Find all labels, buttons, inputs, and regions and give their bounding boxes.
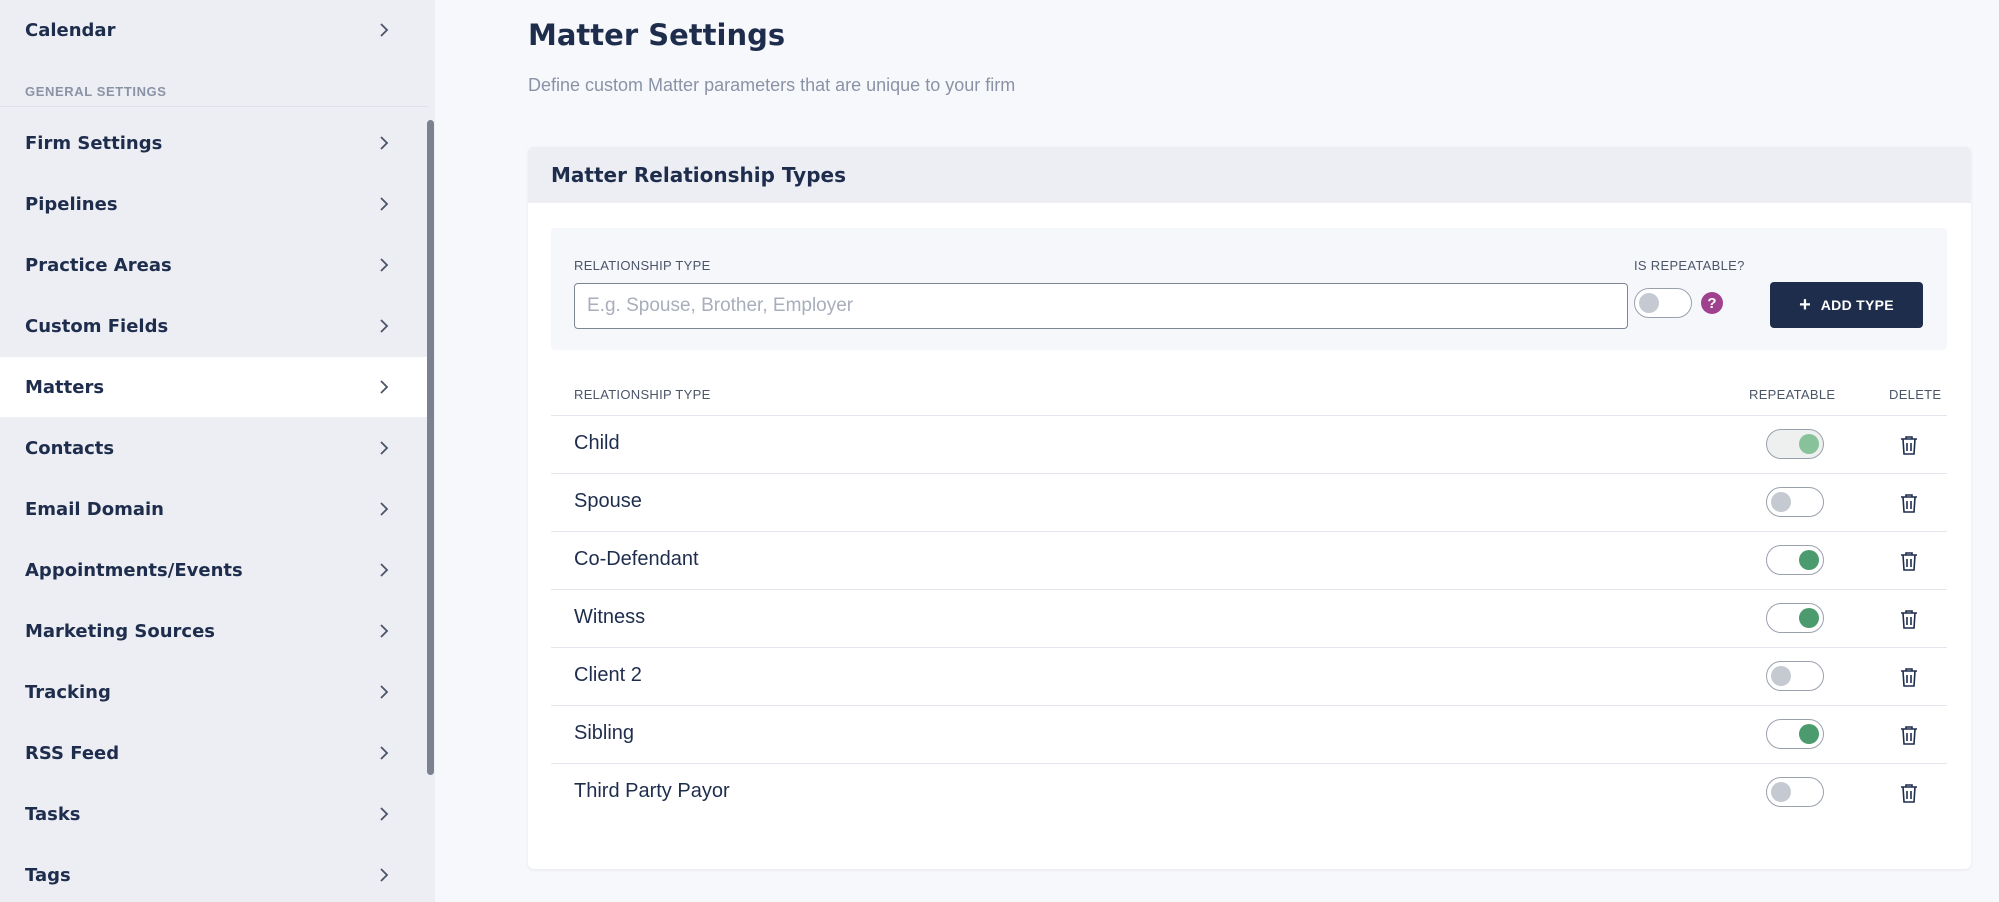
relationship-types-card: Matter Relationship Types RELATIONSHIP T… xyxy=(528,147,1971,869)
page-title: Matter Settings xyxy=(528,18,786,52)
sidebar-item-label: Appointments/Events xyxy=(25,559,243,581)
trash-icon[interactable] xyxy=(1898,723,1920,747)
chevron-right-icon xyxy=(376,806,392,822)
sidebar-item-tags[interactable]: Tags xyxy=(0,845,428,902)
sidebar-item-label: Tasks xyxy=(25,803,81,825)
relationship-type-name: Child xyxy=(574,432,620,454)
chevron-right-icon xyxy=(376,867,392,883)
sidebar-item-label: Email Domain xyxy=(25,498,164,520)
relationship-type-label: RELATIONSHIP TYPE xyxy=(574,258,711,273)
sidebar-item-contacts[interactable]: Contacts xyxy=(0,418,428,478)
table-row: Witness xyxy=(551,589,1947,647)
repeatable-toggle[interactable] xyxy=(1766,545,1824,575)
settings-sidebar: Calendar GENERAL SETTINGS Firm Settings P… xyxy=(0,0,435,902)
repeatable-toggle[interactable] xyxy=(1766,719,1824,749)
add-type-form: RELATIONSHIP TYPE IS REPEATABLE? ? + ADD… xyxy=(551,228,1947,350)
relationship-type-name: Co-Defendant xyxy=(574,548,699,570)
sidebar-item-marketing-sources[interactable]: Marketing Sources xyxy=(0,601,428,661)
card-header: Matter Relationship Types xyxy=(528,147,1971,203)
relationship-type-name: Witness xyxy=(574,606,646,628)
toggle-knob xyxy=(1771,782,1791,802)
chevron-right-icon xyxy=(376,196,392,212)
chevron-right-icon xyxy=(376,257,392,273)
sidebar-item-label: Matters xyxy=(25,376,105,398)
relationship-type-input[interactable] xyxy=(574,283,1628,329)
help-icon[interactable]: ? xyxy=(1701,292,1723,314)
sidebar-item-firm-settings[interactable]: Firm Settings xyxy=(0,113,428,173)
is-repeatable-toggle[interactable] xyxy=(1634,288,1692,318)
plus-icon: + xyxy=(1799,294,1811,316)
trash-icon[interactable] xyxy=(1898,491,1920,515)
chevron-right-icon xyxy=(376,135,392,151)
sidebar-item-label: Tracking xyxy=(25,681,111,703)
trash-icon[interactable] xyxy=(1898,549,1920,573)
relationship-type-name: Spouse xyxy=(574,490,642,512)
chevron-right-icon xyxy=(376,22,392,38)
chevron-right-icon xyxy=(376,318,392,334)
sidebar-item-custom-fields[interactable]: Custom Fields xyxy=(0,296,428,356)
toggle-knob xyxy=(1771,666,1791,686)
toggle-knob xyxy=(1799,434,1819,454)
relationship-type-name: Sibling xyxy=(574,722,635,744)
toggle-knob xyxy=(1771,492,1791,512)
sidebar-item-rss-feed[interactable]: RSS Feed xyxy=(0,723,428,783)
sidebar-item-tracking[interactable]: Tracking xyxy=(0,662,428,722)
chevron-right-icon xyxy=(376,501,392,517)
column-header-relationship-type: RELATIONSHIP TYPE xyxy=(574,387,711,402)
sidebar-item-practice-areas[interactable]: Practice Areas xyxy=(0,235,428,295)
trash-icon[interactable] xyxy=(1898,433,1920,457)
chevron-right-icon xyxy=(376,379,392,395)
sidebar-item-appointments-events[interactable]: Appointments/Events xyxy=(0,540,428,600)
card-title: Matter Relationship Types xyxy=(551,163,846,187)
sidebar-item-label: Tags xyxy=(25,864,71,886)
chevron-right-icon xyxy=(376,623,392,639)
repeatable-toggle[interactable] xyxy=(1766,661,1824,691)
column-header-delete: DELETE xyxy=(1889,387,1942,402)
toggle-knob xyxy=(1799,550,1819,570)
sidebar-item-matters[interactable]: Matters xyxy=(0,357,428,417)
column-header-repeatable: REPEATABLE xyxy=(1749,387,1836,402)
table-row: Co-Defendant xyxy=(551,531,1947,589)
sidebar-item-label: Custom Fields xyxy=(25,315,169,337)
repeatable-toggle[interactable] xyxy=(1766,603,1824,633)
repeatable-toggle[interactable] xyxy=(1766,777,1824,807)
sidebar-item-label: Calendar xyxy=(25,19,116,41)
is-repeatable-label: IS REPEATABLE? xyxy=(1634,258,1745,273)
table-row: Third Party Payor xyxy=(551,763,1947,821)
trash-icon[interactable] xyxy=(1898,781,1920,805)
sidebar-item-email-domain[interactable]: Email Domain xyxy=(0,479,428,539)
chevron-right-icon xyxy=(376,745,392,761)
chevron-right-icon xyxy=(376,562,392,578)
trash-icon[interactable] xyxy=(1898,607,1920,631)
sidebar-item-calendar[interactable]: Calendar xyxy=(0,0,428,60)
add-type-button-label: ADD TYPE xyxy=(1820,297,1894,313)
sidebar-item-label: Contacts xyxy=(25,437,115,459)
sidebar-item-label: Practice Areas xyxy=(25,254,172,276)
repeatable-toggle[interactable] xyxy=(1766,429,1824,459)
chevron-right-icon xyxy=(376,440,392,456)
repeatable-toggle[interactable] xyxy=(1766,487,1824,517)
chevron-right-icon xyxy=(376,684,392,700)
section-divider xyxy=(0,106,428,107)
trash-icon[interactable] xyxy=(1898,665,1920,689)
toggle-knob xyxy=(1639,293,1659,313)
table-row: Child xyxy=(551,415,1947,473)
toggle-knob xyxy=(1799,724,1819,744)
page-subtitle: Define custom Matter parameters that are… xyxy=(528,75,1016,95)
section-label-general-settings: GENERAL SETTINGS xyxy=(25,84,167,99)
sidebar-item-label: RSS Feed xyxy=(25,742,120,764)
table-row: Client 2 xyxy=(551,647,1947,705)
relationship-type-name: Client 2 xyxy=(574,664,642,686)
table-row: Sibling xyxy=(551,705,1947,763)
toggle-knob xyxy=(1799,608,1819,628)
sidebar-item-label: Firm Settings xyxy=(25,132,163,154)
sidebar-item-tasks[interactable]: Tasks xyxy=(0,784,428,844)
relationship-type-name: Third Party Payor xyxy=(574,780,730,802)
add-type-button[interactable]: + ADD TYPE xyxy=(1770,282,1923,328)
sidebar-item-label: Pipelines xyxy=(25,193,118,215)
table-row: Spouse xyxy=(551,473,1947,531)
sidebar-scrollbar[interactable] xyxy=(427,120,434,775)
sidebar-item-pipelines[interactable]: Pipelines xyxy=(0,174,428,234)
sidebar-item-label: Marketing Sources xyxy=(25,620,215,642)
